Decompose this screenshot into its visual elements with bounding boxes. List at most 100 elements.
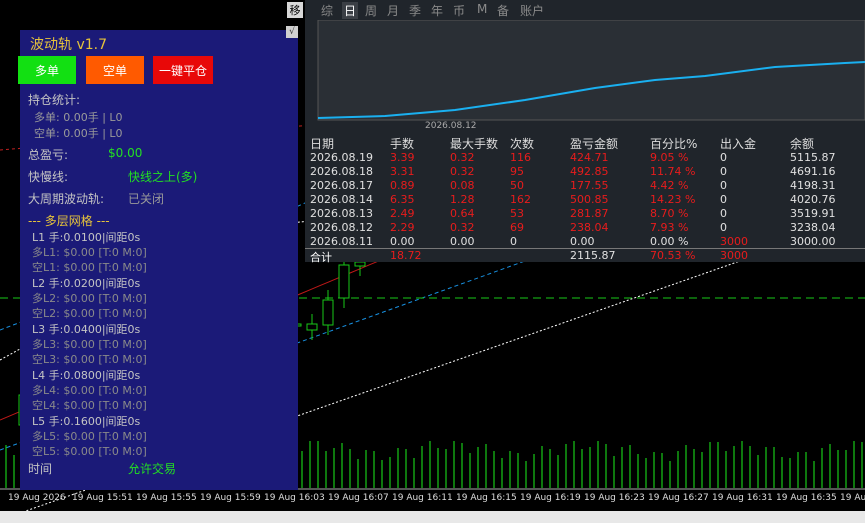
row-cell: 11.74 % [650,165,696,178]
curve-date-label: 2026.08.12 [425,121,477,131]
row-cell: 2026.08.12 [310,221,373,234]
grid-level-long: 多L1: $0.00 [T:0 M:0] [32,246,147,259]
time-tick-label: 19 Aug 16:19 [520,493,581,503]
close-all-button[interactable]: 一键平仓 [153,56,213,84]
short-position: 空单: 0.00手 | L0 [34,127,123,140]
time-tick-label: 19 Aug 16:27 [648,493,709,503]
total-cell: 合计 [310,251,332,264]
tab-2[interactable]: 周 [365,2,377,19]
position-stats-label: 持仓统计: [28,93,81,107]
collapse-icon[interactable]: √ [286,26,298,38]
row-cell: 4020.76 [790,193,836,206]
time-tick-label: 19 Aug 16:23 [584,493,645,503]
row-cell: 177.55 [570,179,609,192]
row-cell: 2.29 [390,221,415,234]
corner-icon[interactable]: 移 [287,2,303,18]
tab-4[interactable]: 季 [409,2,421,19]
total-pnl-label: 总盈亏: [28,148,69,162]
row-cell: 9.05 % [650,151,689,164]
grid-level-long: 多L5: $0.00 [T:0 M:0] [32,430,147,443]
short-button[interactable]: 空单 [86,56,144,84]
time-tick-label: 19 Aug [840,493,865,503]
row-cell: 2026.08.19 [310,151,373,164]
row-cell: 2026.08.11 [310,235,373,248]
tab-0[interactable]: 综 [321,2,333,19]
big-cycle-value: 已关闭 [128,192,165,206]
grid-level-short: 空L3: $0.00 [T:0 M:0] [32,353,147,366]
row-cell: 2026.08.14 [310,193,373,206]
header-cell: 盈亏金额 [570,137,619,151]
grid-level-short: 空L2: $0.00 [T:0 M:0] [32,307,147,320]
row-cell: 0.00 % [650,235,689,248]
row-cell: 0.32 [450,151,475,164]
row-cell: 95 [510,165,524,178]
header-cell: 百分比% [650,137,698,151]
row-cell: 238.04 [570,221,609,234]
row-cell: 4691.16 [790,165,836,178]
tab-9[interactable]: 账户 [520,2,544,19]
header-cell: 次数 [510,137,535,151]
row-cell: 0.64 [450,207,475,220]
grid-level-lot: L4 手:0.0800|间距0s [32,369,141,382]
row-cell: 3000 [720,235,748,248]
grid-level-short: 空L1: $0.00 [T:0 M:0] [32,261,147,274]
row-cell: 0.00 [390,235,415,248]
panel-title: 波动轨 v1.7 [30,37,107,53]
tab-7[interactable]: M [477,2,487,16]
total-cell: 3000 [720,249,748,262]
time-tick-label: 19 Aug 16:31 [712,493,773,503]
row-cell: 4.42 % [650,179,689,192]
row-cell: 0 [720,165,727,178]
long-position: 多单: 0.00手 | L0 [34,111,123,124]
row-cell: 0 [510,235,517,248]
row-cell: 3.39 [390,151,415,164]
header-cell: 出入金 [720,137,757,151]
row-cell: 53 [510,207,524,220]
time-tick-label: 19 Aug 16:03 [264,493,325,503]
statistics-window: 综日周月季年币 M 备账户 2026.08.12 日期 手数 最大手数 次数 盈亏金额 百分比… [305,0,865,264]
long-button[interactable]: 多单 [18,56,76,84]
horizontal-scrollbar[interactable] [0,511,865,523]
row-cell: 0.00 [570,235,595,248]
header-cell: 最大手数 [450,137,499,151]
tab-5[interactable]: 年 [431,2,443,19]
trading-panel: 波动轨 v1.7 √ 多单 空单 一键平仓 持仓统计: 多单: 0.00手 | … [18,26,298,490]
row-cell: 6.35 [390,193,415,206]
row-cell: 2026.08.18 [310,165,373,178]
total-cell: 70.53 % [650,249,696,262]
time-tick-label: 19 Aug 16:11 [392,493,453,503]
row-cell: 8.70 % [650,207,689,220]
row-cell: 5115.87 [790,151,836,164]
row-cell: 0 [720,193,727,206]
grid-level-short: 空L5: $0.00 [T:0 M:0] [32,445,147,458]
row-cell: 14.23 % [650,193,696,206]
big-cycle-label: 大周期波动轨: [28,192,105,206]
row-cell: 4198.31 [790,179,836,192]
tab-6[interactable]: 币 [453,2,465,19]
row-cell: 7.93 % [650,221,689,234]
tab-1[interactable]: 日 [342,2,359,19]
row-cell: 0.32 [450,165,475,178]
row-cell: 0 [720,221,727,234]
trade-status: 允许交易 [128,462,177,476]
header-cell: 余额 [790,137,815,151]
time-tick-label: 19 Aug 16:07 [328,493,389,503]
row-cell: 500.85 [570,193,609,206]
tab-3[interactable]: 月 [387,2,399,19]
row-cell: 0 [720,179,727,192]
candle-body [338,264,350,299]
total-cell: 18.72 [390,249,422,262]
row-cell: 69 [510,221,524,234]
grid-title: --- 多层网格 --- [28,214,110,228]
row-cell: 2026.08.13 [310,207,373,220]
row-cell: 1.28 [450,193,475,206]
row-cell: 0 [720,151,727,164]
balance-curve-chart [317,20,865,121]
row-cell: 162 [510,193,531,206]
row-cell: 424.71 [570,151,609,164]
grid-level-lot: L1 手:0.0100|间距0s [32,231,141,244]
fast-slow-label: 快慢线: [28,170,69,184]
tab-8[interactable]: 备 [497,2,509,19]
time-tick-label: 19 Aug 15:55 [136,493,197,503]
grid-level-lot: L3 手:0.0400|间距0s [32,323,141,336]
